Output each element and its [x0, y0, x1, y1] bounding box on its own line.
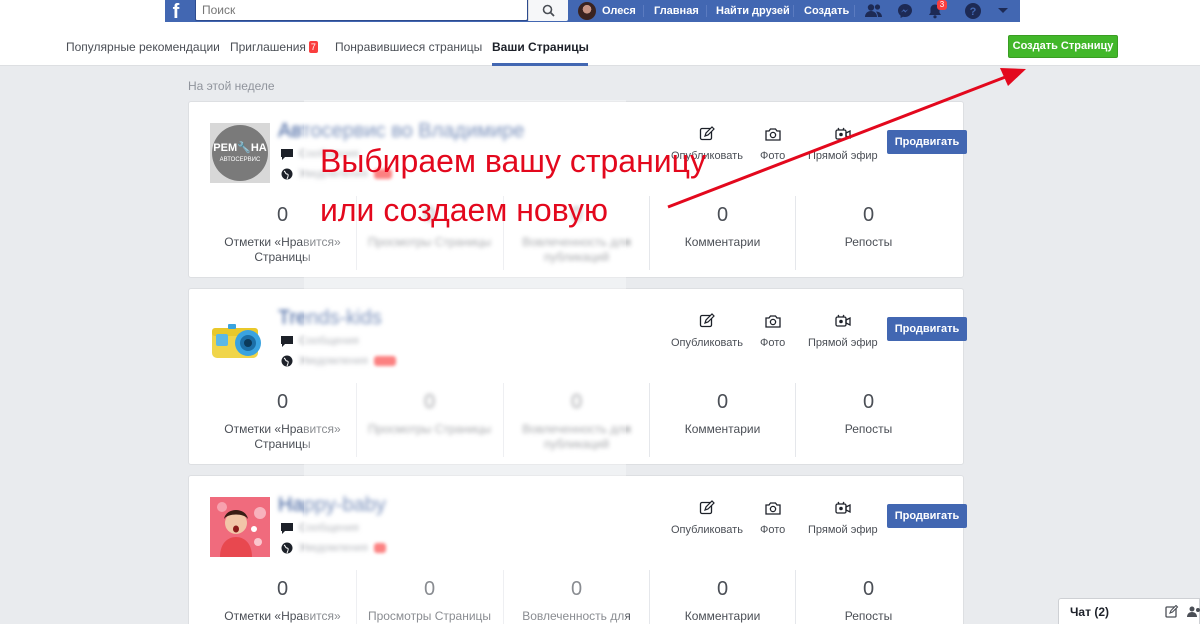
chat-label: Чат (2)	[1070, 604, 1109, 619]
new-message-icon[interactable]	[1165, 605, 1179, 619]
annotation-arrow-icon	[667, 68, 1026, 209]
contacts-icon[interactable]	[1187, 605, 1200, 619]
chat-bar[interactable]: Чат (2)	[1058, 598, 1200, 624]
